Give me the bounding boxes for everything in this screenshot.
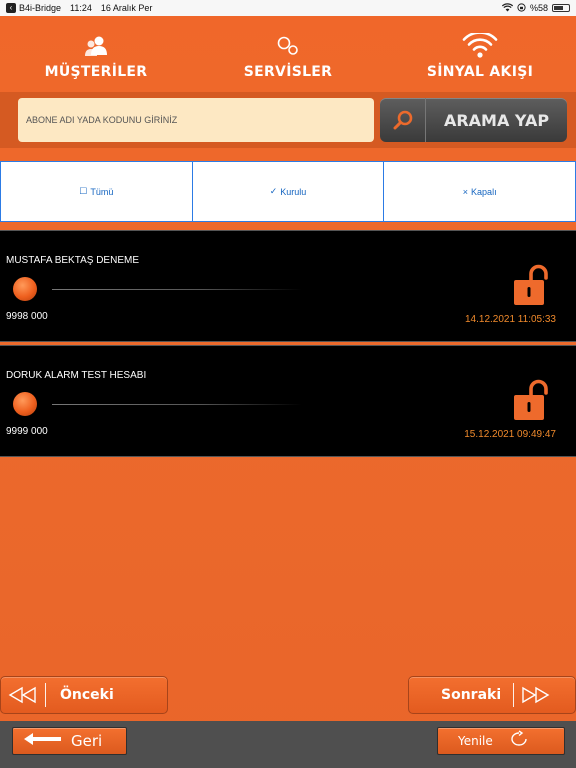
nav-services-label: SERVİSLER [243,64,333,80]
users-icon [82,32,110,60]
lock-rotation-icon [517,2,526,14]
check-icon: ✓ [269,186,278,196]
previous-page-button[interactable]: Önceki [0,676,168,714]
list-item[interactable]: MUSTAFA BEKTAŞ DENEME 9998 000 14.12.202… [0,230,576,342]
filter-closed[interactable]: × Kapalı [384,162,575,221]
battery-percent: %58 [529,3,548,13]
unlocked-icon [512,263,548,307]
separator [513,683,515,707]
status-date: 16 Aralık Per [100,3,153,13]
divider [52,404,302,405]
previous-page-label: Önceki [60,687,114,703]
search-button[interactable]: ARAMA YAP [380,98,567,142]
back-to-app-icon[interactable]: ‹ [6,3,16,13]
wifi-icon [501,2,514,14]
gears-icon [275,32,301,60]
refresh-button[interactable]: Yenile [437,727,565,755]
status-bar: ‹ B4i-Bridge 11:24 16 Aralık Per %58 [0,0,576,16]
nav-services[interactable]: SERVİSLER [192,16,384,90]
filter-closed-label: Kapalı [471,186,497,197]
top-nav: MÜŞTERİLER SERVİSLER SİNYAL AKIŞI [0,16,576,90]
filter-installed-label: Kurulu [280,186,307,197]
nav-customers[interactable]: MÜŞTERİLER [0,16,192,90]
fast-forward-icon [514,686,556,704]
back-to-app-label[interactable]: B4i-Bridge [19,3,61,13]
filter-installed[interactable]: ✓ Kurulu [193,162,385,221]
battery-icon [552,4,570,12]
next-page-label: Sonraki [441,687,502,703]
search-input[interactable] [18,98,374,142]
checkbox-icon: ☐ [79,186,88,196]
search-icon [380,98,426,142]
back-button-label: Geri [71,732,103,750]
wifi-signal-icon [462,32,498,60]
unlocked-icon [512,378,548,422]
search-bar: ARAMA YAP [0,92,576,148]
last-signal-timestamp: 14.12.2021 11:05:33 [464,314,556,325]
nav-signal-flow[interactable]: SİNYAL AKIŞI [384,16,576,90]
account-name: MUSTAFA BEKTAŞ DENEME [6,255,139,266]
filter-all[interactable]: ☐ Tümü [1,162,193,221]
nav-customers-label: MÜŞTERİLER [44,64,148,80]
close-icon: × [462,186,469,197]
back-button[interactable]: Geri [12,727,127,755]
bottom-bar: Geri Yenile [0,721,576,768]
list-item[interactable]: DORUK ALARM TEST HESABI 9999 000 15.12.2… [0,345,576,457]
last-signal-timestamp: 15.12.2021 09:49:47 [464,429,556,440]
next-page-button[interactable]: Sonraki [408,676,576,714]
arrow-left-icon [23,732,63,751]
account-code: 9999 000 [6,426,48,437]
status-dot-icon [13,277,37,301]
filter-all-label: Tümü [90,186,114,197]
nav-signal-flow-label: SİNYAL AKIŞI [426,64,534,80]
search-button-label: ARAMA YAP [443,110,550,130]
refresh-button-label: Yenile [458,734,493,748]
account-code: 9998 000 [6,311,48,322]
status-dot-icon [13,392,37,416]
divider [52,289,302,290]
rewind-icon [1,686,45,704]
account-name: DORUK ALARM TEST HESABI [6,370,147,381]
separator [45,683,46,707]
status-time: 11:24 [70,3,92,13]
filter-tabs: ☐ Tümü ✓ Kurulu × Kapalı [0,161,576,222]
refresh-icon [507,729,531,753]
